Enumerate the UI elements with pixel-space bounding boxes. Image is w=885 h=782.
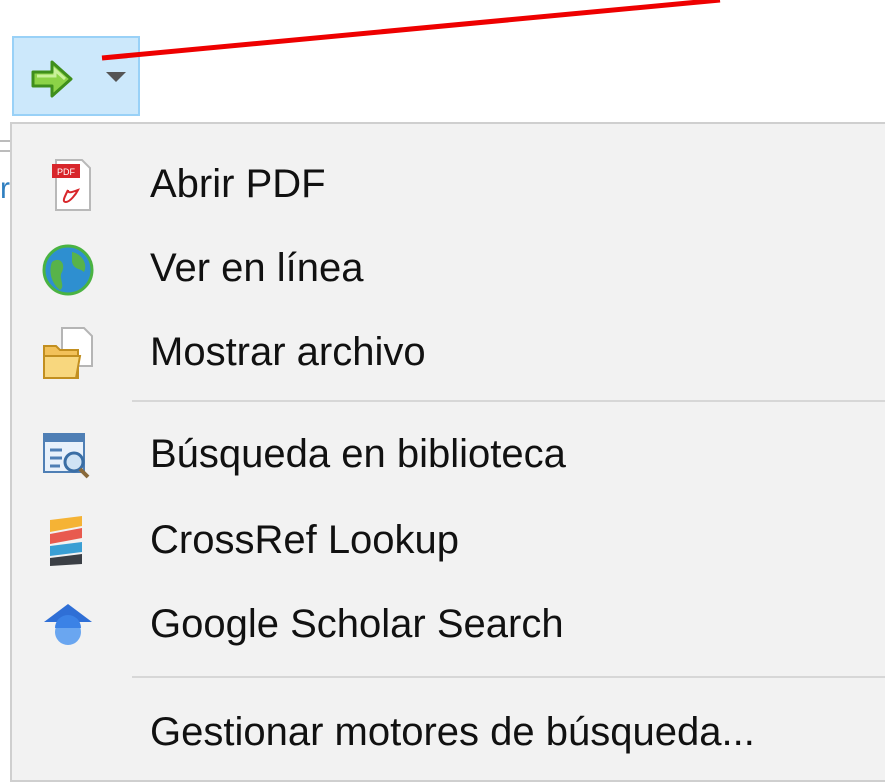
- chevron-down-icon[interactable]: [106, 72, 126, 82]
- menu-separator: [132, 400, 885, 402]
- locate-menu: PDF Abrir PDF Ver en línea Mostrar archi…: [10, 122, 885, 782]
- menu-item-busqueda-biblioteca[interactable]: Búsqueda en biblioteca: [12, 412, 885, 496]
- menu-separator: [132, 676, 885, 678]
- menu-item-abrir-pdf[interactable]: PDF Abrir PDF: [12, 142, 885, 226]
- menu-item-label: Búsqueda en biblioteca: [150, 432, 566, 476]
- menu-item-label: Ver en línea: [150, 246, 364, 290]
- folder-file-icon: [43, 327, 93, 379]
- menu-item-label: Mostrar archivo: [150, 330, 426, 374]
- library-lookup-icon: [43, 433, 90, 479]
- menu-item-ver-en-linea[interactable]: Ver en línea: [12, 226, 885, 310]
- menu-item-label: Abrir PDF: [150, 162, 326, 206]
- menu-item-label: CrossRef Lookup: [150, 518, 460, 562]
- svg-text:PDF: PDF: [57, 167, 76, 177]
- google-scholar-icon: [44, 604, 92, 645]
- globe-icon: [42, 244, 94, 296]
- underlying-window-edge: [0, 140, 10, 152]
- menu-item-gestionar-motores[interactable]: Gestionar motores de búsqueda...: [12, 690, 885, 774]
- menu-item-crossref[interactable]: CrossRef Lookup: [12, 498, 885, 582]
- underlying-window-fragment: r: [0, 172, 10, 205]
- green-arrow-icon: [31, 60, 73, 98]
- locate-button[interactable]: [12, 36, 140, 116]
- menu-item-label: Google Scholar Search: [150, 602, 564, 646]
- menu-item-mostrar-archivo[interactable]: Mostrar archivo: [12, 310, 885, 394]
- menu-item-google-scholar[interactable]: Google Scholar Search: [12, 582, 885, 666]
- pdf-icon: PDF: [52, 159, 91, 211]
- crossref-icon: [50, 516, 82, 566]
- menu-item-label: Gestionar motores de búsqueda...: [150, 710, 755, 754]
